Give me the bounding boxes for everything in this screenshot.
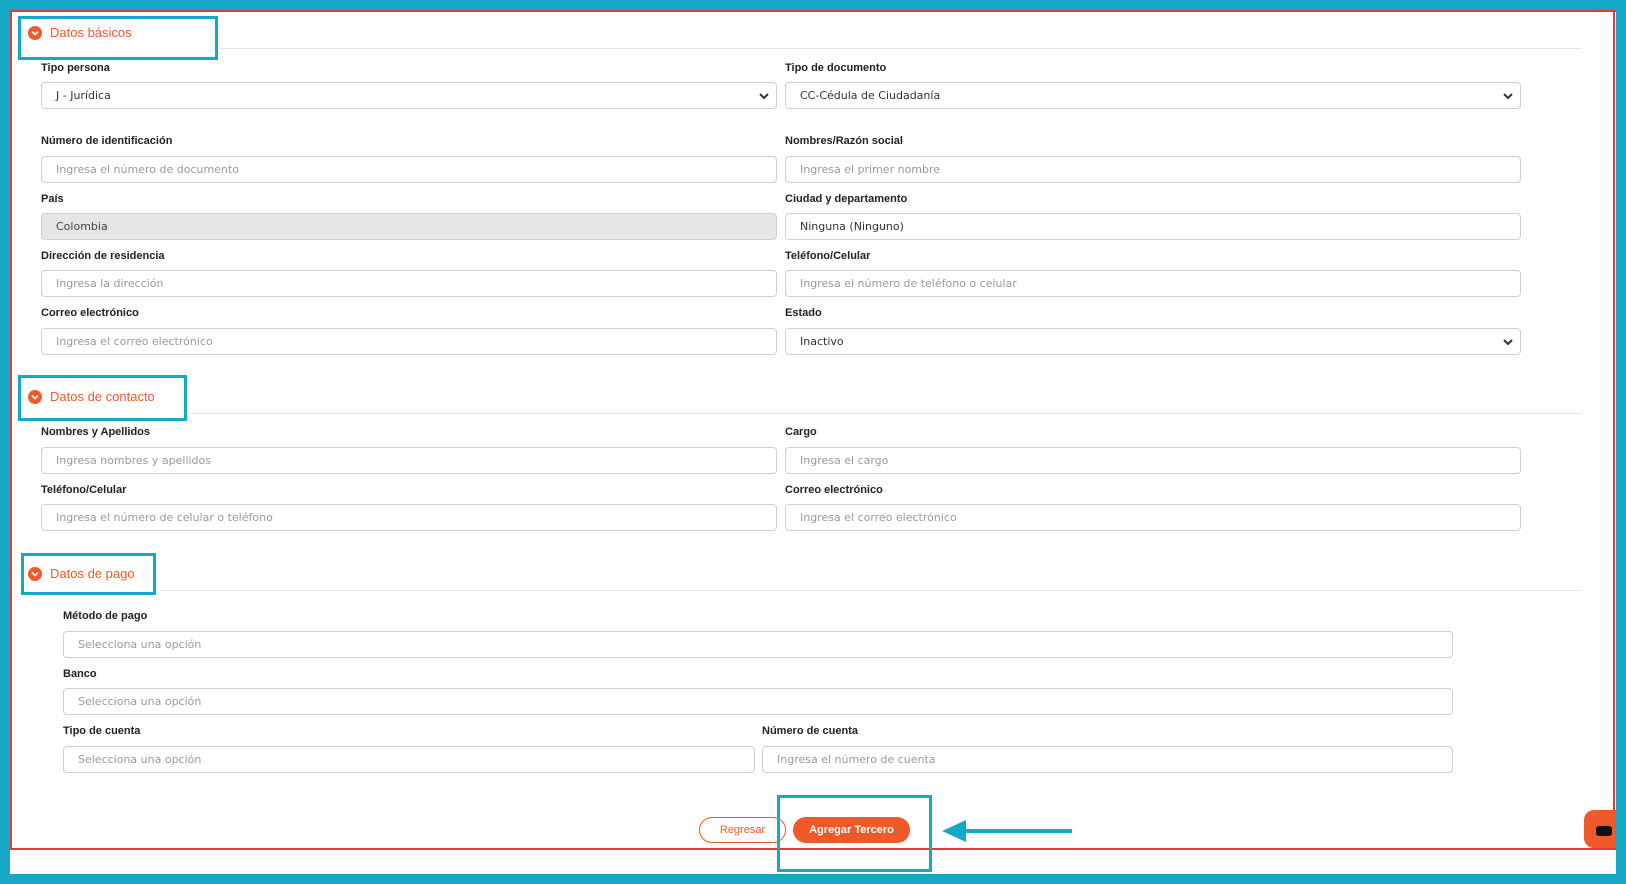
ciudad-input[interactable]: Ninguna (Ninguno) (785, 213, 1521, 240)
tipo-cuenta-label: Tipo de cuenta (63, 725, 141, 737)
pais-label: País (41, 193, 64, 205)
contacto-telefono-label: Teléfono/Celular (41, 484, 127, 496)
telefono-label: Teléfono/Celular (785, 250, 871, 262)
chevron-down-icon (759, 93, 769, 100)
back-button[interactable]: Regresar (699, 817, 786, 843)
metodo-pago-placeholder: Selecciona una opción (78, 638, 202, 651)
chat-icon (1596, 826, 1612, 836)
chat-widget-button[interactable] (1584, 810, 1616, 848)
ciudad-label: Ciudad y departamento (785, 193, 908, 205)
contacto-correo-label: Correo electrónico (785, 484, 883, 496)
numero-id-placeholder: Ingresa el número de documento (56, 163, 239, 176)
ciudad-value: Ninguna (Ninguno) (800, 220, 904, 233)
highlight-box-submit (777, 795, 932, 872)
metodo-pago-label: Método de pago (63, 610, 148, 622)
section-divider (190, 413, 1582, 414)
numero-cuenta-label: Número de cuenta (762, 725, 858, 737)
numero-cuenta-input[interactable]: Ingresa el número de cuenta (762, 746, 1453, 773)
chevron-down-icon (1503, 339, 1513, 346)
frame-line-right (1613, 10, 1615, 850)
contacto-correo-input[interactable]: Ingresa el correo electrónico (785, 504, 1521, 531)
tipo-documento-select[interactable]: CC-Cédula de Ciudadanía (785, 82, 1521, 109)
estado-label: Estado (785, 307, 822, 319)
cargo-label: Cargo (785, 426, 817, 438)
estado-value: Inactivo (800, 335, 844, 348)
direccion-label: Dirección de residencia (41, 250, 165, 262)
numero-id-input[interactable]: Ingresa el número de documento (41, 156, 777, 183)
cargo-placeholder: Ingresa el cargo (800, 454, 889, 467)
tipo-cuenta-select[interactable]: Selecciona una opción (63, 746, 755, 773)
correo-input[interactable]: Ingresa el correo electrónico (41, 328, 777, 355)
numero-id-label: Número de identificación (41, 135, 173, 147)
direccion-placeholder: Ingresa la dirección (56, 277, 164, 290)
contacto-correo-placeholder: Ingresa el correo electrónico (800, 511, 957, 524)
frame-line-top (10, 10, 1616, 12)
section-divider (160, 590, 1582, 591)
highlight-box-contact (18, 375, 187, 421)
contacto-nombres-placeholder: Ingresa nombres y apellidos (56, 454, 211, 467)
tipo-cuenta-placeholder: Selecciona una opción (78, 753, 202, 766)
telefono-input[interactable]: Ingresa el número de teléfono o celular (785, 270, 1521, 297)
correo-label: Correo electrónico (41, 307, 139, 319)
estado-select[interactable]: Inactivo (785, 328, 1521, 355)
contacto-nombres-label: Nombres y Apellidos (41, 426, 151, 438)
nombres-placeholder: Ingresa el primer nombre (800, 163, 941, 176)
contacto-nombres-input[interactable]: Ingresa nombres y apellidos (41, 447, 777, 474)
tipo-persona-select[interactable]: J - Jurídica (41, 82, 777, 109)
tipo-persona-value: J - Jurídica (56, 89, 111, 102)
arrow-left-icon (942, 820, 1072, 842)
tipo-documento-value: CC-Cédula de Ciudadanía (800, 89, 941, 102)
metodo-pago-select[interactable]: Selecciona una opción (63, 631, 1453, 658)
tipo-documento-label: Tipo de documento (785, 62, 887, 74)
direccion-input[interactable]: Ingresa la dirección (41, 270, 777, 297)
banco-select[interactable]: Selecciona una opción (63, 688, 1453, 715)
contacto-telefono-input[interactable]: Ingresa el número de celular o teléfono (41, 504, 777, 531)
correo-placeholder: Ingresa el correo electrónico (56, 335, 213, 348)
telefono-placeholder: Ingresa el número de teléfono o celular (800, 277, 1017, 290)
highlight-box-basic (18, 16, 218, 60)
nombres-label: Nombres/Razón social (785, 135, 903, 147)
section-divider (220, 48, 1582, 49)
nombres-input[interactable]: Ingresa el primer nombre (785, 156, 1521, 183)
form-page: Datos básicos Tipo persona J - Jurídica … (10, 10, 1616, 874)
banco-placeholder: Selecciona una opción (78, 695, 202, 708)
contacto-telefono-placeholder: Ingresa el número de celular o teléfono (56, 511, 273, 524)
chevron-down-icon (1503, 93, 1513, 100)
highlight-box-payment (21, 553, 156, 595)
tipo-persona-label: Tipo persona (41, 62, 110, 74)
banco-label: Banco (63, 668, 97, 680)
pais-value: Colombia (56, 220, 108, 233)
numero-cuenta-placeholder: Ingresa el número de cuenta (777, 753, 936, 766)
frame-line-left (10, 10, 12, 850)
cargo-input[interactable]: Ingresa el cargo (785, 447, 1521, 474)
pais-input: Colombia (41, 213, 777, 240)
